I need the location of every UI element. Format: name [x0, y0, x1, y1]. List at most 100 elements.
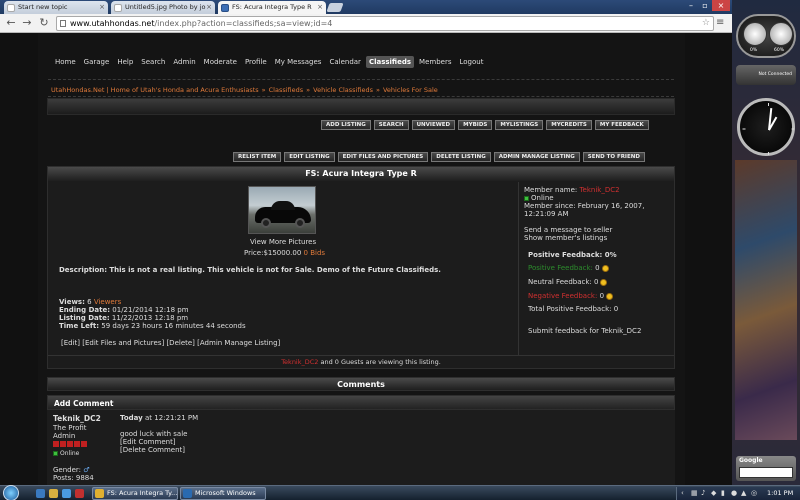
google-logo: Google — [739, 457, 763, 464]
nav-my-messages[interactable]: My Messages — [272, 56, 325, 68]
tab-listing[interactable]: FS: Acura Integra Type R × — [218, 1, 326, 14]
close-icon[interactable]: × — [206, 1, 212, 14]
negative-feedback-label: Negative Feedback: — [528, 292, 598, 300]
taskbar-chrome-button[interactable]: FS: Acura Integra Ty... — [92, 487, 178, 500]
nav-calendar[interactable]: Calendar — [326, 56, 363, 68]
delete-link[interactable]: [Delete] — [166, 339, 194, 347]
chat-icon[interactable]: ● — [731, 489, 738, 497]
relist-item-button[interactable]: RELIST ITEM — [233, 152, 282, 162]
nav-profile[interactable]: Profile — [242, 56, 270, 68]
show-desktop-icon[interactable] — [62, 489, 71, 498]
cpu-meter-gadget[interactable]: 0% 60% — [736, 14, 796, 58]
add-comment-link[interactable]: Add Comment — [47, 395, 675, 410]
breadcrumb-sep: » — [261, 86, 266, 94]
edit-listing-button[interactable]: EDIT LISTING — [284, 152, 335, 162]
network-tray-icon[interactable]: ▦ — [691, 489, 698, 497]
tab-label: FS: Acura Integra Type R — [232, 3, 312, 11]
add-listing-button[interactable]: ADD LISTING — [321, 120, 371, 130]
wheel-shape — [295, 218, 305, 228]
maximize-icon[interactable]: ▫ — [698, 0, 712, 11]
ie-icon[interactable] — [36, 489, 45, 498]
volume-icon[interactable]: ♪ — [701, 489, 708, 497]
send-message-link[interactable]: Send a message to seller — [524, 226, 612, 234]
menu-icon[interactable]: ≡ — [716, 16, 728, 30]
comment-author-link[interactable]: Teknik_DC2 — [53, 414, 101, 423]
tray-arrow-icon[interactable]: ‹ — [681, 489, 688, 497]
close-icon[interactable]: × — [317, 1, 323, 14]
unviewed-button[interactable]: UNVIEWED — [411, 120, 456, 130]
nav-admin[interactable]: Admin — [170, 56, 198, 68]
google-search-gadget: Google — [736, 456, 796, 481]
delete-comment-link[interactable]: [Delete Comment] — [120, 446, 185, 454]
breadcrumb-vehicles-for-sale[interactable]: Vehicles For Sale — [383, 86, 438, 94]
search-button[interactable]: SEARCH — [373, 120, 409, 130]
shield-icon[interactable]: ◆ — [711, 489, 718, 497]
admin-manage-listing-button[interactable]: ADMIN MANAGE LISTING — [493, 152, 580, 162]
listing-date-line: Listing Date: 11/22/2013 12:18 pm — [59, 314, 188, 322]
nav-search[interactable]: Search — [138, 56, 168, 68]
posts-count: 9884 — [75, 474, 94, 482]
bookmark-star-icon[interactable]: ☆ — [702, 17, 710, 30]
back-icon[interactable]: ← — [4, 16, 18, 30]
new-tab-button[interactable] — [326, 3, 344, 12]
network-gadget[interactable]: Not Connected — [736, 65, 796, 85]
folder-icon[interactable] — [49, 489, 58, 498]
clock-tick — [768, 152, 769, 155]
edit-files-link[interactable]: [Edit Files and Pictures] — [82, 339, 164, 347]
start-button[interactable] — [3, 485, 19, 500]
edit-comment-link[interactable]: [Edit Comment] — [120, 438, 176, 446]
slideshow-gadget[interactable] — [735, 160, 797, 440]
tab-photo[interactable]: Untitled5.jpg Photo by jo × — [111, 1, 215, 14]
nav-logout[interactable]: Logout — [457, 56, 487, 68]
breadcrumb-home[interactable]: UtahHondas.Net | Home of Utah's Honda an… — [51, 86, 259, 94]
comment-body: good luck with sale — [120, 430, 188, 438]
media-player-icon[interactable] — [75, 489, 84, 498]
clock-tick — [742, 128, 746, 130]
submit-feedback-link[interactable]: Submit feedback for Teknik_DC2 — [528, 327, 641, 335]
nav-classifieds[interactable]: Classifieds — [365, 56, 415, 68]
taskbar-windows-button[interactable]: Microsoft Windows — [180, 487, 266, 500]
price-line: Price:$15000.00 0 Bids — [244, 249, 325, 257]
breadcrumb-vehicle-classifieds[interactable]: Vehicle Classifieds — [313, 86, 373, 94]
close-icon[interactable]: × — [99, 1, 105, 14]
taskbar-button-label: Microsoft Windows — [195, 489, 256, 497]
send-to-friend-button[interactable]: SEND TO FRIEND — [582, 152, 645, 162]
minimize-icon[interactable]: – — [684, 0, 698, 11]
edit-link[interactable]: [Edit] — [61, 339, 80, 347]
show-listings-link[interactable]: Show member's listings — [524, 234, 607, 242]
online-icon — [524, 195, 529, 201]
member-name-link[interactable]: Teknik_DC2 — [579, 186, 619, 194]
tab-start-new-topic[interactable]: Start new topic × — [4, 1, 108, 14]
nav-help[interactable]: Help — [114, 56, 136, 68]
admin-manage-link[interactable]: [Admin Manage Listing] — [197, 339, 280, 347]
clock-time[interactable]: 1:01 PM — [767, 487, 793, 500]
nav-moderate[interactable]: Moderate — [201, 56, 240, 68]
nav-garage[interactable]: Garage — [81, 56, 113, 68]
address-bar[interactable]: www.utahhondas.net/index.php?action=clas… — [56, 16, 714, 31]
windows-sidebar: 0% 60% Not Connected Google — [732, 0, 800, 485]
delete-listing-button[interactable]: DELETE LISTING — [431, 152, 491, 162]
viewers-link[interactable]: Viewers — [94, 298, 121, 306]
breadcrumb-classifieds[interactable]: Classifieds — [269, 86, 304, 94]
sync-icon[interactable]: ◎ — [751, 489, 758, 497]
clock-gadget[interactable] — [737, 98, 795, 156]
mylistings-button[interactable]: MYLISTINGS — [495, 120, 544, 130]
nav-home[interactable]: Home — [52, 56, 79, 68]
forward-icon[interactable]: → — [20, 16, 34, 30]
viewing-user-link[interactable]: Teknik_DC2 — [281, 358, 318, 366]
power-icon[interactable]: ▮ — [721, 489, 728, 497]
classifieds-toolbar: ADD LISTING SEARCH UNVIEWED MYBIDS MYLIS… — [321, 120, 649, 130]
google-search-input[interactable] — [739, 467, 793, 478]
mycredits-button[interactable]: MYCREDITS — [546, 120, 592, 130]
window-close-icon[interactable]: × — [712, 0, 730, 11]
member-info: Member name: Teknik_DC2 Online Member si… — [518, 182, 674, 355]
nav-members[interactable]: Members — [416, 56, 454, 68]
listing-photo[interactable] — [248, 186, 316, 234]
update-icon[interactable]: ▲ — [741, 489, 748, 497]
reload-icon[interactable]: ↻ — [37, 16, 51, 30]
mybids-button[interactable]: MYBIDS — [458, 120, 493, 130]
edit-files-button[interactable]: EDIT FILES AND PICTURES — [337, 152, 429, 162]
bids-link[interactable]: 0 Bids — [304, 249, 326, 257]
view-more-pictures-link[interactable]: View More Pictures — [250, 238, 316, 246]
my-feedback-button[interactable]: MY FEEDBACK — [594, 120, 649, 130]
